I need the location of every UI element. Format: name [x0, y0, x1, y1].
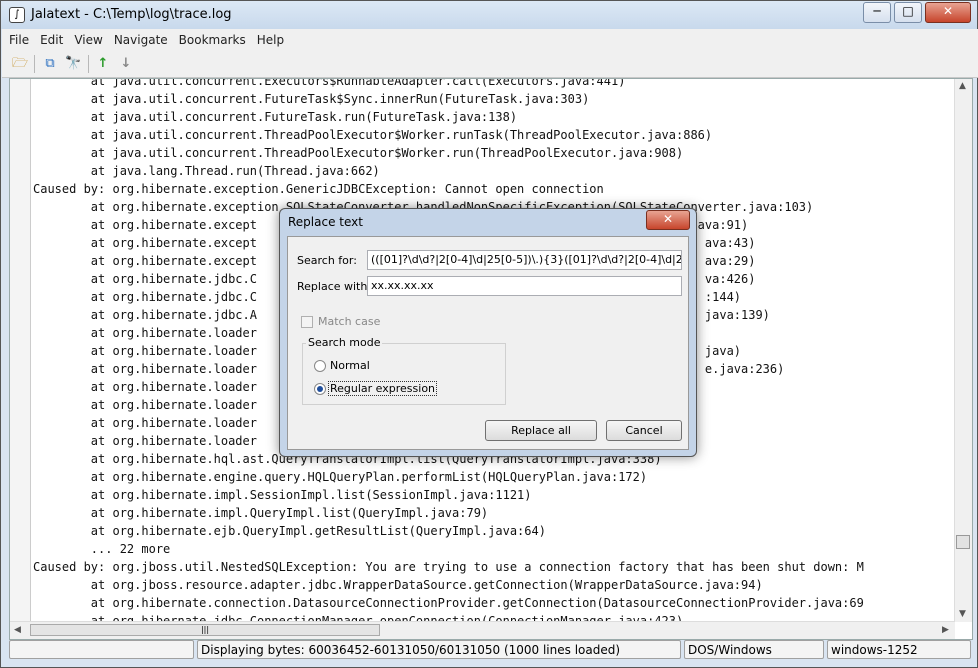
title-bar[interactable]: ∫ Jalatext - C:\Temp\log\trace.log ─ □ ✕: [1, 1, 977, 29]
dialog-body: Search for: (([01]?\d\d?|2[0-4]\d|25[0-5…: [287, 236, 689, 450]
search-mode-group: [302, 343, 506, 405]
replace-label: Replace with:: [297, 280, 372, 293]
cancel-button[interactable]: Cancel: [606, 420, 682, 441]
match-case-label: Match case: [318, 315, 381, 328]
menu-edit[interactable]: Edit: [36, 29, 67, 51]
window-title: Jalatext - C:\Temp\log\trace.log: [31, 7, 232, 22]
status-empty: [9, 640, 194, 659]
dialog-close-button[interactable]: ✕: [646, 210, 690, 230]
status-bar: Displaying bytes: 60036452-60131050/6013…: [9, 640, 971, 660]
app-icon[interactable]: ∫: [9, 7, 25, 23]
toolbar-separator: [34, 55, 35, 73]
log-line: at org.hibernate.impl.SessionImpl.list(S…: [33, 488, 532, 502]
search-input[interactable]: (([01]?\d\d?|2[0-4]\d|25[0-5])\.){3}([01…: [367, 250, 682, 270]
menu-navigate[interactable]: Navigate: [110, 29, 172, 51]
log-line: at org.hibernate.impl.QueryImpl.list(Que…: [33, 506, 489, 520]
horizontal-scroll-thumb[interactable]: |||: [30, 624, 380, 636]
toolbar-separator: [88, 55, 89, 73]
normal-mode-radio[interactable]: [314, 360, 326, 372]
match-case-checkbox[interactable]: [301, 316, 313, 328]
arrow-down-icon[interactable]: ↓: [118, 56, 134, 72]
scroll-right-icon[interactable]: ▶: [942, 625, 949, 635]
log-line: at java.util.concurrent.ThreadPoolExecut…: [33, 128, 713, 142]
menu-bar: File Edit View Navigate Bookmarks Help: [2, 29, 978, 51]
binoculars-icon[interactable]: 🔭: [65, 56, 81, 72]
search-label: Search for:: [297, 254, 357, 267]
close-button[interactable]: ✕: [925, 2, 971, 23]
status-line-ending: DOS/Windows: [684, 640, 824, 659]
scroll-up-icon[interactable]: ▲: [959, 81, 966, 91]
toolbar: 🗁 ⧉ 🔭 ↑ ↓: [2, 51, 978, 78]
minimize-button[interactable]: ─: [863, 2, 891, 23]
log-line: at org.hibernate.connection.DatasourceCo…: [33, 596, 864, 610]
vertical-scroll-thumb[interactable]: [956, 535, 970, 549]
open-folder-icon[interactable]: 🗁: [12, 56, 28, 72]
log-line: Caused by: org.hibernate.exception.Gener…: [33, 182, 604, 196]
horizontal-scrollbar[interactable]: ◀ ||| ▶: [10, 621, 955, 639]
replace-dialog: Replace text ✕ Search for: (([01]?\d\d?|…: [279, 208, 697, 457]
scroll-left-icon[interactable]: ◀: [14, 625, 21, 635]
replace-all-button[interactable]: Replace all: [485, 420, 597, 441]
normal-mode-label: Normal: [330, 359, 370, 372]
regex-mode-label: Regular expression: [327, 381, 438, 396]
log-line: at java.util.concurrent.ThreadPoolExecut…: [33, 146, 684, 160]
log-line: at org.jboss.resource.adapter.jdbc.Wrapp…: [33, 578, 763, 592]
status-bytes: Displaying bytes: 60036452-60131050/6013…: [197, 640, 681, 659]
log-line: at java.util.concurrent.FutureTask.run(F…: [33, 110, 518, 124]
status-encoding: windows-1252: [827, 640, 971, 659]
menu-file[interactable]: File: [5, 29, 33, 51]
log-line: at java.lang.Thread.run(Thread.java:662): [33, 164, 380, 178]
log-line: ... 22 more: [33, 542, 171, 556]
vertical-scrollbar[interactable]: ▲ ▼: [954, 79, 972, 622]
log-line: at java.util.concurrent.Executors$Runnab…: [33, 78, 626, 88]
maximize-button[interactable]: □: [894, 2, 922, 23]
replace-input[interactable]: xx.xx.xx.xx: [367, 276, 682, 296]
menu-bookmarks[interactable]: Bookmarks: [175, 29, 250, 51]
copy-icon[interactable]: ⧉: [42, 56, 58, 72]
log-line: Caused by: org.jboss.util.NestedSQLExcep…: [33, 560, 864, 574]
menu-view[interactable]: View: [70, 29, 106, 51]
scroll-down-icon[interactable]: ▼: [959, 609, 966, 619]
dialog-title: Replace text: [288, 215, 363, 229]
search-mode-label: Search mode: [306, 336, 383, 349]
log-line: at java.util.concurrent.FutureTask$Sync.…: [33, 92, 590, 106]
line-gutter: [10, 79, 31, 639]
regex-mode-radio[interactable]: [314, 383, 326, 395]
arrow-up-icon[interactable]: ↑: [95, 56, 111, 72]
log-line: at org.hibernate.engine.query.HQLQueryPl…: [33, 470, 648, 484]
menu-help[interactable]: Help: [253, 29, 288, 51]
log-line: at org.hibernate.ejb.QueryImpl.getResult…: [33, 524, 546, 538]
